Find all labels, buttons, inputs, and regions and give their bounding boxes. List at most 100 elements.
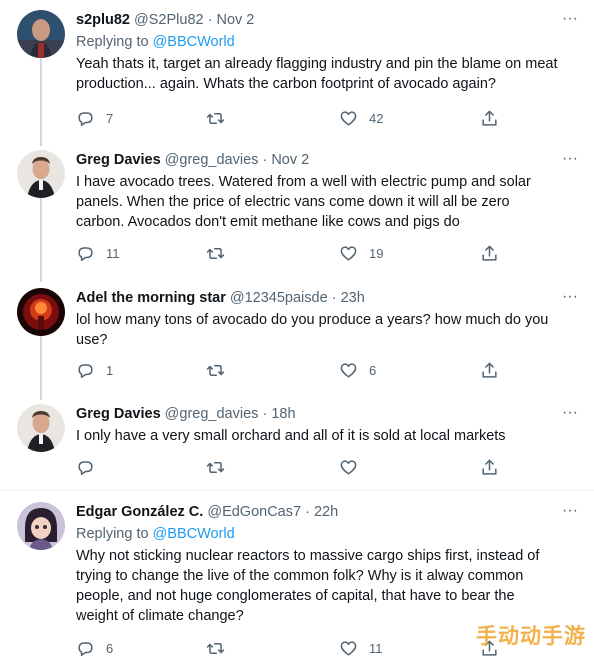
avatar[interactable] [17,288,65,336]
timestamp[interactable]: Nov 2 [271,152,309,168]
tweet-text-line: lol how many tons of avocado do you prod… [76,312,549,328]
reply-icon [78,363,93,378]
retweet-button[interactable] [206,358,236,382]
reply-button[interactable]: 1 [76,358,113,382]
tweet[interactable]: Greg Davies @greg_davies · 18h ··· I onl… [0,404,594,480]
retweet-button[interactable] [206,636,236,656]
display-name[interactable]: s2plu82 [76,12,130,28]
tweet-text: I have avocado trees. Watered from a wel… [76,172,584,232]
display-name[interactable]: Adel the morning star [76,290,226,306]
reply-count: 11 [106,245,120,261]
like-button[interactable] [339,455,369,479]
share-icon [482,110,497,126]
separator-dot: · [262,152,268,168]
reply-count: 6 [106,640,114,656]
like-button[interactable]: 11 [339,636,383,656]
more-icon[interactable]: ··· [560,503,580,522]
more-icon[interactable]: ··· [560,11,580,30]
share-icon [482,459,497,475]
retweet-button[interactable] [206,455,236,479]
reply-icon [78,641,93,656]
user-handle[interactable]: @greg_davies [165,152,259,168]
reply-button[interactable]: 6 [76,636,113,656]
share-button[interactable] [480,106,499,130]
like-button[interactable]: 6 [339,358,376,382]
tweet-text-line: people, and not huge conglomerates of ca… [76,588,515,604]
retweet-icon [206,112,225,124]
avatar[interactable] [17,10,65,58]
share-icon [482,245,497,261]
like-count: 42 [369,110,384,126]
more-icon[interactable]: ··· [560,151,580,170]
timestamp[interactable]: 23h [341,290,365,306]
separator-dot: · [207,12,213,28]
heart-icon [340,459,357,475]
tweet-actions [76,455,516,479]
tweet-text: Yeah thats it, target an already flaggin… [76,54,584,94]
tweet-text-line: Yeah thats it, target an already flaggin… [76,56,558,72]
display-name[interactable]: Edgar González C. [76,504,203,520]
share-button[interactable] [480,241,499,265]
user-handle[interactable]: @greg_davies [165,406,259,422]
reply-button[interactable]: 7 [76,106,113,130]
tweet[interactable]: Adel the morning star @12345paisde · 23h… [0,288,594,386]
separator-dot: · [331,290,337,306]
tweet-divider [0,490,594,491]
heart-icon [340,640,357,656]
retweet-icon [206,461,225,473]
replying-label: Replying to [76,526,153,542]
display-name[interactable]: Greg Davies [76,152,161,168]
timestamp[interactable]: 22h [314,504,338,520]
display-name[interactable]: Greg Davies [76,406,161,422]
timestamp[interactable]: 18h [271,406,295,422]
tweet[interactable]: s2plu82 @S2Plu82 · Nov 2 ··· Replying to… [0,10,594,132]
heart-icon [340,245,357,261]
reply-button[interactable] [76,455,106,479]
tweet-text-line: I have avocado trees. Watered from a wel… [76,174,531,190]
user-handle[interactable]: @S2Plu82 [134,12,204,28]
mention-link[interactable]: @BBCWorld [153,34,235,50]
user-handle[interactable]: @12345paisde [230,290,328,306]
tweet-text: I only have a very small orchard and all… [76,426,584,446]
retweet-button[interactable] [206,106,236,130]
reply-icon [78,246,93,261]
retweet-icon [206,247,225,259]
replying-to: Replying to @BBCWorld [76,524,235,544]
more-icon[interactable]: ··· [560,289,580,308]
tweet-actions: 7 42 [76,106,516,130]
tweet-header: s2plu82 @S2Plu82 · Nov 2 [76,10,254,30]
reply-icon [78,460,93,475]
like-button[interactable]: 19 [339,241,383,265]
share-button[interactable] [480,358,499,382]
reply-count: 7 [106,110,114,126]
mention-link[interactable]: @BBCWorld [153,526,235,542]
tweet-actions: 1 6 [76,358,516,382]
heart-icon [340,110,357,126]
tweet-text-line: I only have a very small orchard and all… [76,428,506,444]
like-count: 19 [369,245,384,261]
tweet[interactable]: Greg Davies @greg_davies · Nov 2 ··· I h… [0,150,594,270]
reply-count: 1 [106,362,114,378]
tweet-text-line: panels. When the price of electric vans … [76,194,510,210]
tweet-text: lol how many tons of avocado do you prod… [76,310,584,350]
tweet-header: Edgar González C. @EdGonCas7 · 22h [76,502,338,522]
avatar[interactable] [17,150,65,198]
reply-icon [78,111,93,126]
reply-button[interactable]: 11 [76,241,120,265]
share-icon [482,362,497,378]
heart-icon [340,362,357,378]
tweet-text-line: Why not sticking nuclear reactors to mas… [76,548,540,564]
like-count: 6 [369,362,377,378]
timestamp[interactable]: Nov 2 [216,12,254,28]
replying-label: Replying to [76,34,153,50]
avatar[interactable] [17,502,65,550]
avatar[interactable] [17,404,65,452]
separator-dot: · [305,504,310,520]
retweet-button[interactable] [206,241,236,265]
like-button[interactable]: 42 [339,106,383,130]
tweet-header: Greg Davies @greg_davies · 18h [76,404,296,424]
user-handle[interactable]: @EdGonCas7 [207,504,301,520]
share-button[interactable] [480,455,499,479]
like-count: 11 [369,640,383,656]
more-icon[interactable]: ··· [560,405,580,424]
